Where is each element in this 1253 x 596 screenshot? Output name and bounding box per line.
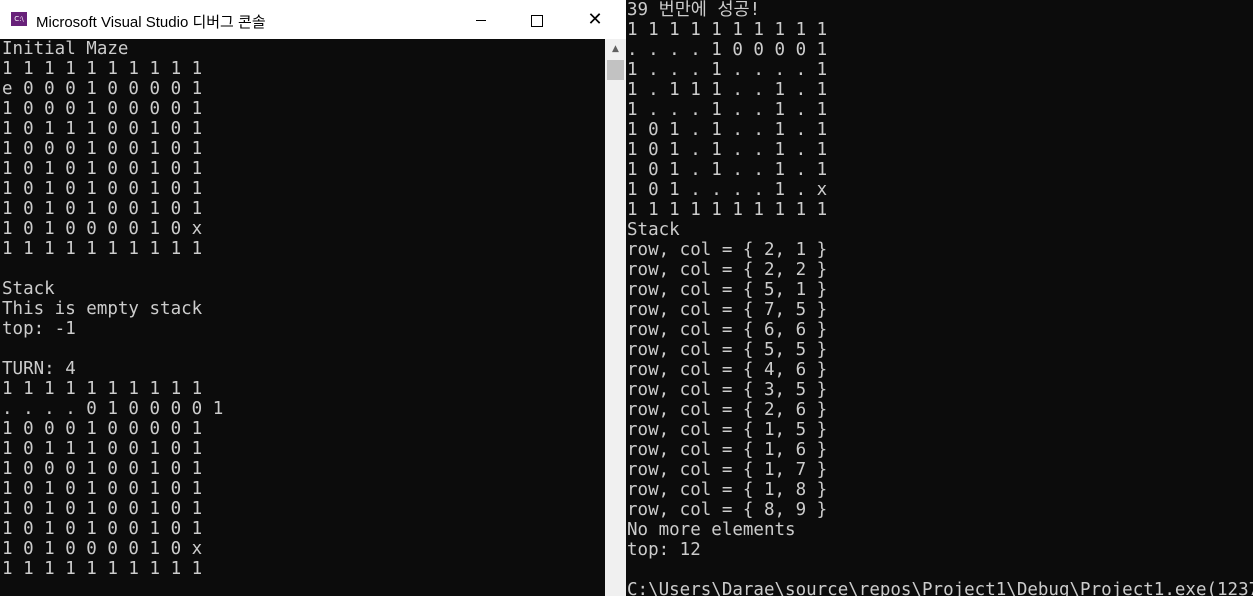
background-console-line: 1 1 1 1 1 1 1 1 1 1 bbox=[627, 200, 828, 220]
console-line: This is empty stack bbox=[2, 299, 203, 319]
title-bar[interactable]: C:\ Microsoft Visual Studio 디버그 콘솔 ✕ bbox=[0, 0, 626, 39]
background-console-line: top: 12 bbox=[627, 540, 701, 560]
background-console-line: row, col = { 4, 6 } bbox=[627, 360, 828, 380]
minimize-button[interactable] bbox=[458, 0, 504, 39]
visual-studio-icon: C:\ bbox=[11, 12, 27, 26]
background-console-line: row, col = { 2, 2 } bbox=[627, 260, 828, 280]
scroll-thumb[interactable] bbox=[607, 60, 624, 80]
maximize-icon bbox=[531, 14, 543, 27]
console-line: . . . . 0 1 0 0 0 0 1 bbox=[2, 399, 224, 419]
background-console-line: row, col = { 5, 5 } bbox=[627, 340, 828, 360]
background-console-line: row, col = { 8, 9 } bbox=[627, 500, 828, 520]
console-line: Stack bbox=[2, 279, 55, 299]
console-line: 1 0 0 0 1 0 0 1 0 1 bbox=[2, 139, 203, 159]
background-console-line: row, col = { 1, 8 } bbox=[627, 480, 828, 500]
background-console-line: row, col = { 1, 5 } bbox=[627, 420, 828, 440]
console-line: 1 0 1 0 1 0 0 1 0 1 bbox=[2, 499, 203, 519]
close-icon: ✕ bbox=[587, 9, 603, 30]
background-console-line: 1 . . . 1 . . 1 . 1 bbox=[627, 100, 828, 120]
console-output-background-window: 39 번만에 성공! 1 1 1 1 1 1 1 1 1 1. . . . 1 0… bbox=[627, 0, 1253, 596]
background-console-line: row, col = { 1, 6 } bbox=[627, 440, 828, 460]
console-line: top: -1 bbox=[2, 319, 76, 339]
console-line: 1 0 1 0 1 0 0 1 0 1 bbox=[2, 479, 203, 499]
console-line: 1 0 1 0 0 0 0 1 0 x bbox=[2, 539, 203, 559]
background-console-line: 1 0 1 . 1 . . 1 . 1 bbox=[627, 120, 828, 140]
console-line: 1 0 1 1 1 0 0 1 0 1 bbox=[2, 439, 203, 459]
console-line: Initial Maze bbox=[2, 39, 129, 59]
background-console-line: row, col = { 1, 7 } bbox=[627, 460, 828, 480]
console-line: 1 1 1 1 1 1 1 1 1 1 bbox=[2, 559, 203, 579]
background-console-line: row, col = { 7, 5 } bbox=[627, 300, 828, 320]
background-console-line: 1 1 1 1 1 1 1 1 1 1 bbox=[627, 20, 828, 40]
console-line: 1 1 1 1 1 1 1 1 1 1 bbox=[2, 379, 203, 399]
console-line: 1 0 1 0 1 0 0 1 0 1 bbox=[2, 159, 203, 179]
background-console-line: C:\Users\Darae\source\repos\Project1\Deb… bbox=[627, 580, 1253, 596]
console-line: 1 0 0 0 1 0 0 0 0 1 bbox=[2, 99, 203, 119]
console-line: 1 0 1 1 1 0 0 1 0 1 bbox=[2, 119, 203, 139]
background-console-line: Stack bbox=[627, 220, 680, 240]
background-console-line: 1 0 1 . . . . 1 . x bbox=[627, 180, 828, 200]
maximize-button[interactable] bbox=[514, 0, 560, 39]
console-line: TURN: 4 bbox=[2, 359, 76, 379]
console-line: 1 0 0 0 1 0 0 1 0 1 bbox=[2, 459, 203, 479]
console-window: C:\ Microsoft Visual Studio 디버그 콘솔 ✕ Ini… bbox=[0, 0, 626, 596]
console-line: 1 0 1 0 0 0 0 1 0 x bbox=[2, 219, 203, 239]
console-line: 1 0 1 0 1 0 0 1 0 1 bbox=[2, 519, 203, 539]
console-line: 1 0 1 0 1 0 0 1 0 1 bbox=[2, 199, 203, 219]
console-line: 1 0 1 0 1 0 0 1 0 1 bbox=[2, 179, 203, 199]
background-console-line: row, col = { 6, 6 } bbox=[627, 320, 828, 340]
console-line: 1 1 1 1 1 1 1 1 1 1 bbox=[2, 59, 203, 79]
vertical-scrollbar[interactable]: ▲ bbox=[605, 39, 626, 596]
close-button[interactable]: ✕ bbox=[572, 0, 618, 39]
background-console-line: 1 0 1 . 1 . . 1 . 1 bbox=[627, 140, 828, 160]
console-line: e 0 0 0 1 0 0 0 0 1 bbox=[2, 79, 203, 99]
background-console-line: . . . . 1 0 0 0 0 1 bbox=[627, 40, 828, 60]
background-console-line bbox=[627, 560, 1253, 580]
console-line: 1 1 1 1 1 1 1 1 1 1 bbox=[2, 239, 203, 259]
background-console-line: 1 . 1 1 1 . . 1 . 1 bbox=[627, 80, 828, 100]
background-console-line: row, col = { 3, 5 } bbox=[627, 380, 828, 400]
background-console-line: row, col = { 2, 6 } bbox=[627, 400, 828, 420]
window-title: Microsoft Visual Studio 디버그 콘솔 bbox=[36, 14, 266, 31]
scroll-up-arrow-icon[interactable]: ▲ bbox=[605, 39, 626, 59]
background-console-line: 1 . . . 1 . . . . 1 bbox=[627, 60, 828, 80]
background-console-line: row, col = { 2, 1 } bbox=[627, 240, 828, 260]
background-console-line: No more elements bbox=[627, 520, 796, 540]
background-console-line: row, col = { 5, 1 } bbox=[627, 280, 828, 300]
console-line: 1 0 0 0 1 0 0 0 0 1 bbox=[2, 419, 203, 439]
background-console-line: 39 번만에 성공! bbox=[627, 0, 761, 20]
background-console-line: 1 0 1 . 1 . . 1 . 1 bbox=[627, 160, 828, 180]
minimize-icon bbox=[476, 20, 486, 21]
console-output: Initial Maze 1 1 1 1 1 1 1 1 1 1e 0 0 0 1… bbox=[2, 39, 604, 596]
